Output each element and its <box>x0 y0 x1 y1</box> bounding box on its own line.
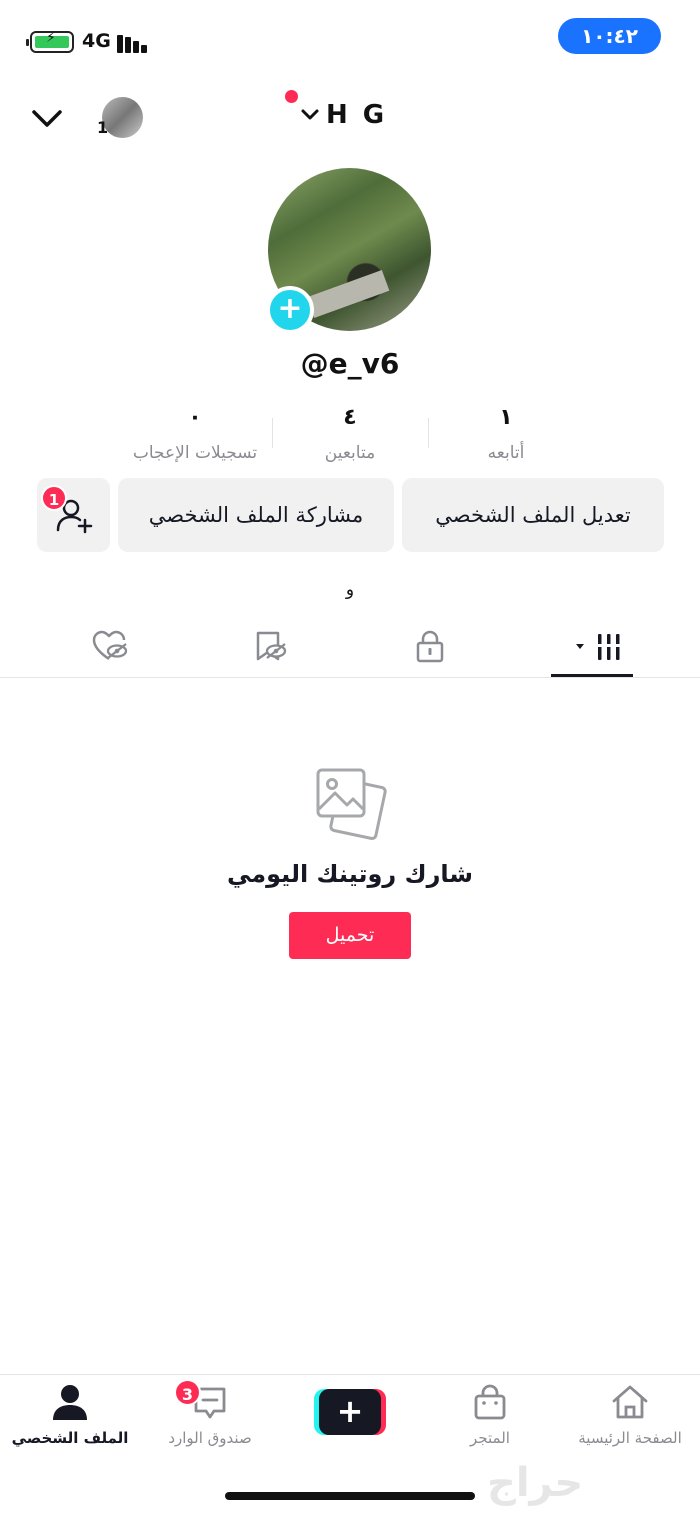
divider <box>0 1374 700 1375</box>
add-photo-button[interactable]: + <box>266 286 314 334</box>
tab-videos[interactable] <box>552 622 632 670</box>
battery-icon: ⚡ <box>26 30 74 53</box>
upload-button[interactable]: تحميل <box>289 912 411 959</box>
photos-icon <box>313 765 388 840</box>
profile-bio: و <box>345 580 355 600</box>
hidden-bookmark-icon <box>256 631 287 661</box>
shopping-bag-icon <box>474 1384 506 1420</box>
nav-shop-label: المتجر <box>470 1429 510 1447</box>
likes-label: تسجيلات الإعجاب <box>132 443 258 463</box>
profile-handle: @e_v6 <box>300 347 400 380</box>
hidden-heart-icon <box>92 630 128 661</box>
watermark: حراج <box>487 1460 584 1506</box>
signal-icon <box>117 33 151 53</box>
nav-profile-label: الملف الشخصي <box>11 1429 129 1447</box>
add-friends-badge: 1 <box>41 485 67 511</box>
edit-profile-button[interactable]: تعديل الملف الشخصي <box>402 478 664 552</box>
home-icon <box>612 1385 648 1419</box>
tab-reposts[interactable] <box>230 622 310 670</box>
following-stat[interactable]: ١ أتابعه <box>426 405 586 463</box>
divider <box>0 677 700 678</box>
inbox-badge: 3 <box>174 1379 201 1406</box>
account-switcher[interactable]: H G <box>300 100 387 130</box>
status-time: ١٠:٤٢ <box>558 18 661 54</box>
tab-private[interactable] <box>390 622 470 670</box>
nav-home-label: الصفحة الرئيسية <box>578 1429 682 1447</box>
nav-inbox[interactable]: صندوق الوارد <box>140 1383 280 1447</box>
followers-label: متابعين <box>324 443 376 463</box>
nav-inbox-label: صندوق الوارد <box>168 1429 252 1447</box>
notification-dot <box>285 90 298 103</box>
plus-icon: + <box>319 1389 381 1435</box>
account-avatar[interactable] <box>102 97 143 138</box>
chevron-down-icon[interactable] <box>30 104 64 134</box>
profile-icon <box>53 1385 87 1420</box>
followers-stat[interactable]: ٤ متابعين <box>270 405 430 463</box>
followers-count: ٤ <box>343 405 357 430</box>
tab-liked[interactable] <box>70 622 150 670</box>
account-count: 1 <box>97 118 109 137</box>
lock-icon <box>416 630 444 663</box>
home-indicator <box>225 1492 475 1500</box>
grid-icon <box>576 634 621 660</box>
page-title: H G <box>326 100 388 130</box>
following-count: ١ <box>499 405 513 430</box>
empty-state-title: شارك روتينك اليومي <box>226 860 474 888</box>
share-profile-button[interactable]: مشاركة الملف الشخصي <box>118 478 394 552</box>
network-type: 4G <box>82 30 111 52</box>
following-label: أتابعه <box>487 443 525 463</box>
nav-home[interactable]: الصفحة الرئيسية <box>560 1383 700 1447</box>
likes-count: ٠ <box>188 405 202 430</box>
nav-shop[interactable]: المتجر <box>420 1383 560 1447</box>
nav-profile[interactable]: الملف الشخصي <box>0 1383 140 1447</box>
likes-stat[interactable]: ٠ تسجيلات الإعجاب <box>115 405 275 463</box>
create-button[interactable]: + <box>314 1389 386 1435</box>
chevron-down-icon <box>301 109 319 120</box>
